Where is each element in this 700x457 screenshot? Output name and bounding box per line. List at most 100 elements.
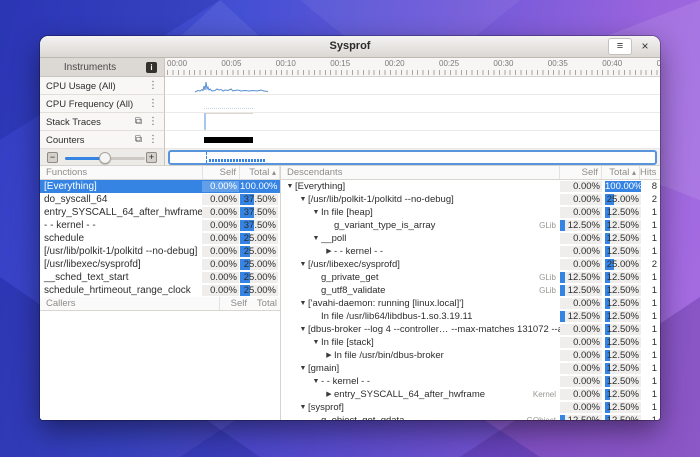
sort-ascending-icon: ▴ <box>632 168 636 177</box>
zoom-in-button[interactable]: + <box>146 152 157 163</box>
expander-open-icon[interactable]: ▼ <box>311 232 321 245</box>
descendant-row[interactable]: ▼[Everything]0.00%100.00%8 <box>281 180 660 193</box>
expander-open-icon[interactable]: ▼ <box>298 401 308 414</box>
function-row[interactable]: __sched_text_start0.00%25.00% <box>40 271 280 284</box>
self-cell-value: 0.00% <box>560 207 602 218</box>
expander-open-icon[interactable]: ▼ <box>298 193 308 206</box>
descendant-row[interactable]: ▼In file [stack]0.00%12.50%1 <box>281 336 660 349</box>
total-cell: 12.50% <box>605 376 641 387</box>
descendant-row[interactable]: g_object_get_qdataGObject12.50%12.50%1 <box>281 414 660 420</box>
total-column-header[interactable]: Total ▴ <box>602 166 640 179</box>
kebab-menu-icon[interactable]: ⋮ <box>148 98 158 109</box>
cpu-usage-chart[interactable] <box>165 77 660 95</box>
titlebar[interactable]: Sysprof ≡ × <box>40 36 660 58</box>
descendant-row[interactable]: ▶entry_SYSCALL_64_after_hwframeKernel0.0… <box>281 388 660 401</box>
descendant-row[interactable]: g_private_getGLib12.50%12.50%1 <box>281 271 660 284</box>
hits-cell: 1 <box>642 207 660 218</box>
descendant-name: - - kernel - - <box>321 376 560 387</box>
timeline-tick-label: 00:20 <box>385 59 405 68</box>
kebab-menu-icon[interactable]: ⋮ <box>148 116 158 127</box>
expander-open-icon[interactable]: ▼ <box>311 206 321 219</box>
self-cell-value: 0.00% <box>202 220 239 231</box>
expander-closed-icon[interactable]: ▶ <box>324 388 334 401</box>
functions-rows: [Everything]0.00%100.00%do_syscall_640.0… <box>40 180 280 297</box>
total-cell-value: 25.00% <box>240 233 278 244</box>
total-cell: 100.00% <box>605 181 641 192</box>
function-row[interactable]: [Everything]0.00%100.00% <box>40 180 280 193</box>
close-icon[interactable]: × <box>636 38 654 55</box>
library-badge: GLib <box>539 286 560 295</box>
expander-open-icon[interactable]: ▼ <box>285 180 295 193</box>
descendant-row[interactable]: ▼[/usr/lib/polkit-1/polkitd --no-debug]0… <box>281 193 660 206</box>
instrument-row-counters[interactable]: Counters ⧉ ⋮ <box>40 131 165 149</box>
zoom-slider-handle[interactable] <box>99 152 111 164</box>
total-cell: 25.00% <box>240 285 278 296</box>
expander-open-icon[interactable]: ▼ <box>298 297 308 310</box>
self-column-header[interactable]: Self <box>560 166 602 179</box>
descendant-name: [Everything] <box>295 181 560 192</box>
descendants-column-header[interactable]: Descendants <box>281 166 560 179</box>
total-cell-value: 25.00% <box>605 194 641 205</box>
descendant-row[interactable]: ▼__poll0.00%12.50%1 <box>281 232 660 245</box>
layers-icon[interactable]: ⧉ <box>135 116 142 127</box>
kebab-menu-icon[interactable]: ⋮ <box>148 134 158 145</box>
hamburger-menu-icon[interactable]: ≡ <box>608 38 632 55</box>
functions-column-header[interactable]: Functions <box>40 166 203 179</box>
descendant-row[interactable]: ▼In file [heap]0.00%12.50%1 <box>281 206 660 219</box>
function-name: - - kernel - - <box>40 220 202 231</box>
function-row[interactable]: entry_SYSCALL_64_after_hwframe0.00%37.50… <box>40 206 280 219</box>
descendant-row[interactable]: g_variant_type_is_arrayGLib12.50%12.50%1 <box>281 219 660 232</box>
total-cell-value: 37.50% <box>240 207 278 218</box>
self-cell-value: 12.50% <box>560 285 602 296</box>
expander-closed-icon[interactable]: ▶ <box>324 349 334 362</box>
self-cell-value: 12.50% <box>560 220 602 231</box>
info-icon[interactable]: i <box>146 62 157 73</box>
instrument-row-cpu-frequency[interactable]: CPU Frequency (All) ⋮ <box>40 95 165 113</box>
instrument-row-stack-traces[interactable]: Stack Traces ⧉ ⋮ <box>40 113 165 131</box>
descendant-row[interactable]: g_utf8_validateGLib12.50%12.50%1 <box>281 284 660 297</box>
callers-self-header[interactable]: Self <box>220 297 250 310</box>
timeline-ruler[interactable]: 00:0000:0500:1000:1500:2000:2500:3000:35… <box>165 58 660 77</box>
expander-closed-icon[interactable]: ▶ <box>324 245 334 258</box>
function-row[interactable]: - - kernel - -0.00%37.50% <box>40 219 280 232</box>
expander-open-icon[interactable]: ▼ <box>298 258 308 271</box>
stack-traces-chart[interactable] <box>165 113 660 131</box>
selection-overview-box[interactable] <box>168 150 657 165</box>
function-row[interactable]: schedule_hrtimeout_range_clock0.00%25.00… <box>40 284 280 297</box>
function-row[interactable]: [/usr/libexec/sysprofd]0.00%25.00% <box>40 258 280 271</box>
callers-column-header[interactable]: Callers <box>40 297 220 310</box>
zoom-out-button[interactable]: − <box>47 152 58 163</box>
descendant-row[interactable]: ▶- - kernel - -0.00%12.50%1 <box>281 245 660 258</box>
descendant-row[interactable]: ▼[gmain]0.00%12.50%1 <box>281 362 660 375</box>
function-row[interactable]: schedule0.00%25.00% <box>40 232 280 245</box>
callers-total-header[interactable]: Total <box>250 297 280 310</box>
total-column-header[interactable]: Total ▴ <box>240 166 280 179</box>
total-cell-value: 12.50% <box>605 402 641 413</box>
total-cell-value: 12.50% <box>605 350 641 361</box>
instrument-row-cpu-usage[interactable]: CPU Usage (All) ⋮ <box>40 77 165 95</box>
expander-open-icon[interactable]: ▼ <box>298 323 308 336</box>
descendant-row[interactable]: ▼[/usr/libexec/sysprofd]0.00%25.00%2 <box>281 258 660 271</box>
descendant-row[interactable]: ▼[sysprof]0.00%12.50%1 <box>281 401 660 414</box>
cpu-frequency-chart[interactable] <box>165 95 660 113</box>
descendant-row[interactable]: ▼['avahi-daemon: running [linux.local]']… <box>281 297 660 310</box>
self-column-header[interactable]: Self <box>203 166 240 179</box>
kebab-menu-icon[interactable]: ⋮ <box>148 80 158 91</box>
expander-open-icon[interactable]: ▼ <box>311 375 321 388</box>
descendant-row[interactable]: In file /usr/lib64/libdbus-1.so.3.19.111… <box>281 310 660 323</box>
descendant-row[interactable]: ▶In file /usr/bin/dbus-broker0.00%12.50%… <box>281 349 660 362</box>
descendants-panel: Descendants Self Total ▴ Hits ▼[Everythi… <box>280 166 660 420</box>
hits-cell: 1 <box>642 350 660 361</box>
descendant-row[interactable]: ▼- - kernel - -0.00%12.50%1 <box>281 375 660 388</box>
function-row[interactable]: [/usr/lib/polkit-1/polkitd --no-debug]0.… <box>40 245 280 258</box>
library-badge: GLib <box>539 221 560 230</box>
total-cell: 100.00% <box>240 181 278 192</box>
layers-icon[interactable]: ⧉ <box>135 134 142 145</box>
hits-column-header[interactable]: Hits <box>640 166 660 179</box>
counters-chart[interactable] <box>165 131 660 149</box>
zoom-slider[interactable] <box>65 157 145 160</box>
function-row[interactable]: do_syscall_640.00%37.50% <box>40 193 280 206</box>
descendant-row[interactable]: ▼[dbus-broker --log 4 --controller… --ma… <box>281 323 660 336</box>
expander-open-icon[interactable]: ▼ <box>311 336 321 349</box>
expander-open-icon[interactable]: ▼ <box>298 362 308 375</box>
